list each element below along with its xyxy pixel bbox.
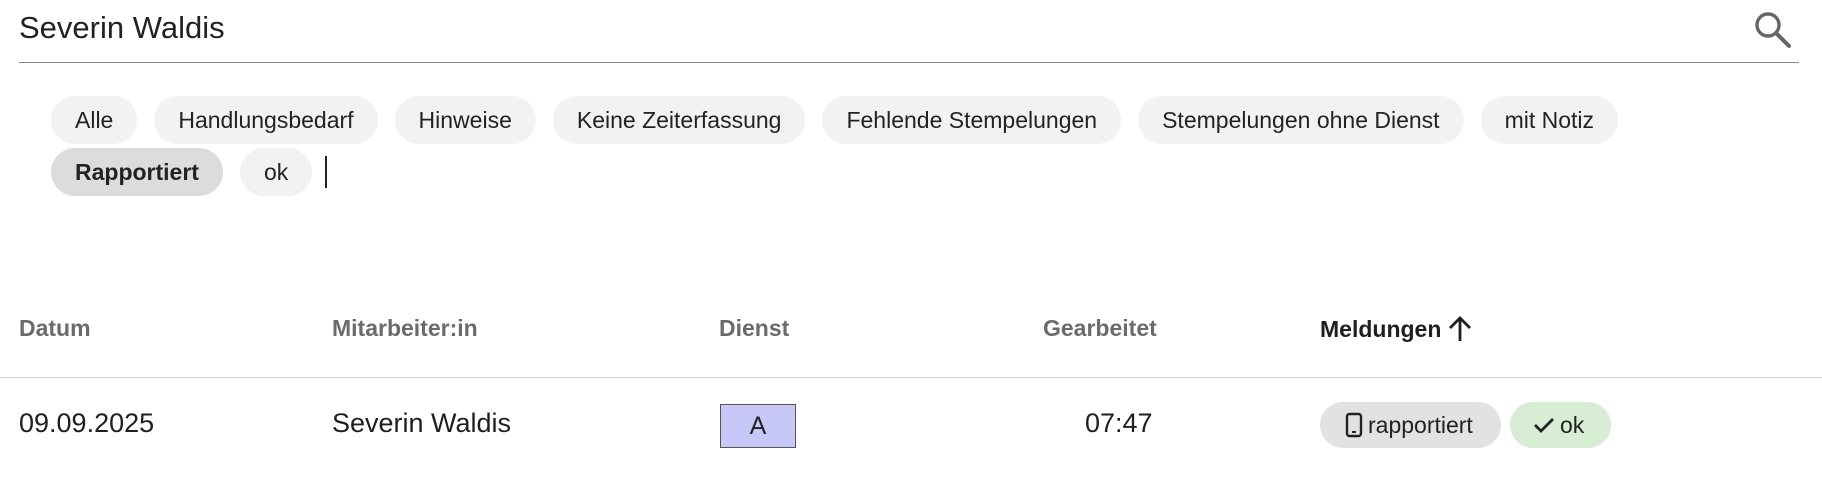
search-input[interactable] bbox=[19, 6, 1719, 50]
text-cursor bbox=[325, 156, 328, 188]
column-header-mitarbeiter[interactable]: Mitarbeiter:in bbox=[332, 315, 478, 342]
check-icon bbox=[1534, 418, 1554, 433]
column-header-dienst[interactable]: Dienst bbox=[719, 315, 789, 342]
table-header: Datum Mitarbeiter:in Dienst Gearbeitet M… bbox=[0, 305, 1822, 378]
cell-datum: 09.09.2025 bbox=[19, 408, 155, 438]
dienst-badge[interactable]: A bbox=[720, 404, 796, 448]
filter-chip-handlungsbedarf[interactable]: Handlungsbedarf bbox=[154, 96, 378, 144]
column-header-meldungen[interactable]: Meldungen bbox=[1320, 315, 1473, 343]
column-header-meldungen-label: Meldungen bbox=[1320, 315, 1442, 342]
filter-chip-rapportiert[interactable]: Rapportiert bbox=[51, 148, 223, 196]
filter-chips: Alle Handlungsbedarf Hinweise Keine Zeit… bbox=[51, 96, 1751, 200]
arrow-up-icon bbox=[1449, 316, 1472, 341]
filter-chip-row: Rapportiert ok bbox=[51, 148, 1751, 196]
cell-gearbeitet: 07:47 bbox=[1085, 408, 1153, 438]
cell-mitarbeiter: Severin Waldis bbox=[332, 408, 512, 438]
filter-chip-hinweise[interactable]: Hinweise bbox=[394, 96, 536, 144]
dienst-label: A bbox=[749, 411, 767, 440]
status-badge-label: ok bbox=[1560, 411, 1585, 438]
filter-chip-mit-notiz[interactable]: mit Notiz bbox=[1480, 96, 1619, 144]
phone-icon bbox=[1345, 412, 1363, 438]
status-badge-label: rapportiert bbox=[1368, 411, 1473, 438]
filter-chip-row: Alle Handlungsbedarf Hinweise Keine Zeit… bbox=[51, 96, 1751, 144]
filter-chip-fehlende-stempelungen[interactable]: Fehlende Stempelungen bbox=[822, 96, 1122, 144]
status-badge-rapportiert: rapportiert bbox=[1320, 402, 1501, 448]
filter-chip-keine-zeiterfassung[interactable]: Keine Zeiterfassung bbox=[552, 96, 806, 144]
search-bar bbox=[19, 0, 1799, 63]
status-badge-ok: ok bbox=[1510, 402, 1611, 448]
column-header-gearbeitet[interactable]: Gearbeitet bbox=[1043, 315, 1157, 342]
search-icon[interactable] bbox=[1751, 8, 1795, 52]
column-header-datum[interactable]: Datum bbox=[19, 315, 91, 342]
table-row[interactable]: 09.09.2025 Severin Waldis A 07:47 rappor… bbox=[0, 378, 1822, 470]
filter-chip-stempelungen-ohne-dienst[interactable]: Stempelungen ohne Dienst bbox=[1138, 96, 1464, 144]
filter-chip-ok[interactable]: ok bbox=[239, 148, 313, 196]
filter-chip-alle[interactable]: Alle bbox=[51, 96, 138, 144]
